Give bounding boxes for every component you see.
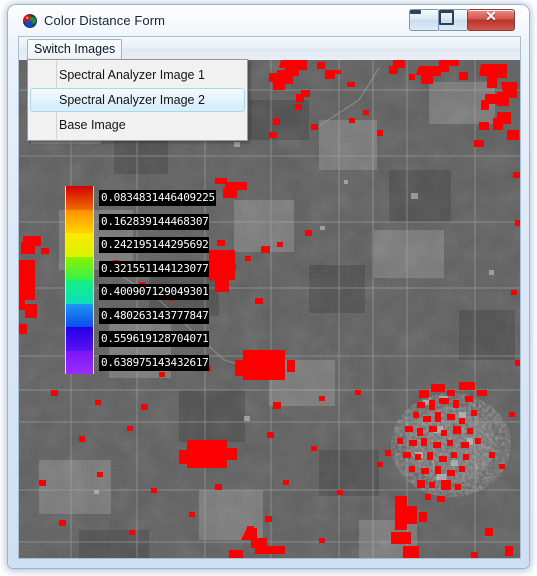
legend-band [66, 303, 93, 327]
legend-value: 0.162839144468307 [99, 213, 210, 230]
client-area: Switch Images 0.0834831446409225 0.16283… [18, 36, 521, 559]
maximize-icon [439, 10, 454, 25]
menu-item-spectral-analyzer-image-1[interactable]: Spectral Analyzer Image 1 [30, 63, 245, 87]
legend-value: 0.559619128704071 [99, 331, 210, 347]
menu-bar: Switch Images [19, 37, 520, 61]
legend-band [66, 209, 93, 233]
legend-value: 0.480263143777847 [99, 307, 210, 324]
menu-item-spectral-analyzer-image-2[interactable]: Spectral Analyzer Image 2 [30, 88, 245, 112]
legend-band [66, 350, 93, 374]
legend-value-list: 0.0834831446409225 0.162839144468307 0.2… [99, 185, 229, 373]
legend-band [66, 280, 93, 304]
legend-band [66, 186, 93, 210]
window-title: Color Distance Form [44, 13, 166, 28]
close-button[interactable]: ✕ [467, 9, 515, 31]
maximize-button[interactable] [438, 9, 469, 31]
application-window: Color Distance Form ✕ Switch Images 0.08… [8, 5, 529, 568]
legend-value: 0.400907129049301 [99, 284, 210, 300]
legend-value: 0.0834831446409225 [99, 190, 216, 206]
legend-band [66, 327, 93, 351]
close-icon: ✕ [485, 10, 497, 25]
legend-value: 0.638975143432617 [99, 354, 210, 371]
legend-band [66, 256, 93, 280]
title-bar[interactable]: Color Distance Form ✕ [8, 5, 529, 36]
app-sphere-icon [23, 14, 37, 28]
color-bar [65, 186, 94, 374]
minimize-button[interactable] [409, 9, 440, 31]
minimize-icon [410, 10, 421, 14]
legend-value: 0.242195144295692 [99, 237, 210, 253]
menu-item-base-image[interactable]: Base Image [30, 113, 245, 137]
legend-band [66, 233, 93, 257]
menu-item-switch-images[interactable]: Switch Images [27, 39, 123, 60]
switch-images-dropdown-menu[interactable]: Spectral Analyzer Image 1 Spectral Analy… [27, 59, 248, 141]
legend-value: 0.321551144123077 [99, 260, 210, 277]
desktop-backdrop: Color Distance Form ✕ Switch Images 0.08… [0, 0, 537, 576]
